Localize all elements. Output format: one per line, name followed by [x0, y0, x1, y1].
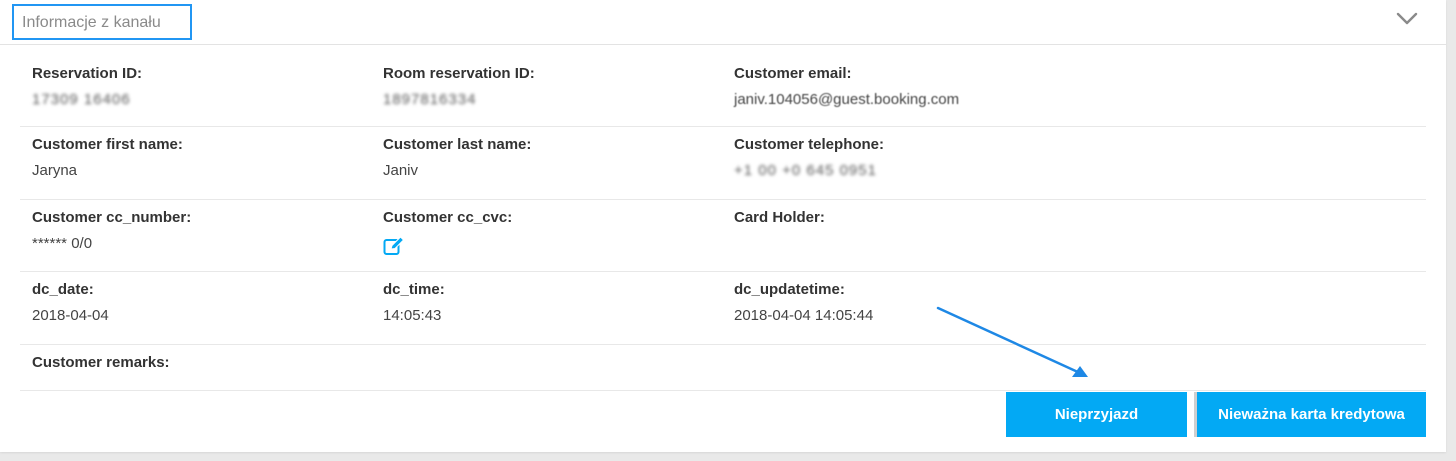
field-label: Customer cc_number:: [32, 209, 192, 226]
field-customer-first-name: Customer first name: Jaryna: [20, 127, 371, 199]
field-customer-remarks: Customer remarks:: [20, 345, 371, 390]
field-label: Customer remarks:: [32, 354, 170, 371]
field-value: 14:05:43: [383, 307, 442, 324]
field-value: Janiv: [383, 162, 419, 179]
field-label: Card Holder:: [734, 209, 825, 226]
field-room-reservation-id: Room reservation ID: 1897816334: [371, 56, 722, 126]
field-value: Jaryna: [32, 162, 78, 179]
details-row: Customer cc_number: ****** 0/0 Customer …: [20, 200, 1426, 272]
field-label: Customer last name:: [383, 136, 532, 153]
edit-icon[interactable]: [383, 236, 405, 256]
details-row: dc_date: 2018-04-04 dc_time: 14:05:43 dc…: [20, 272, 1426, 345]
field-label: Customer telephone:: [734, 136, 885, 153]
annotation-arrow-icon: [936, 306, 1088, 377]
details-row: Customer first name: Jaryna Customer las…: [20, 127, 1426, 200]
field-value-redacted: 1897816334: [383, 91, 477, 108]
panel-header[interactable]: Informacje z kanału: [0, 0, 1446, 45]
field-card-holder: Card Holder:: [722, 200, 1073, 271]
field-reservation-id: Reservation ID: 17309 16406: [20, 56, 371, 126]
chevron-down-icon[interactable]: [1396, 12, 1418, 26]
field-customer-cc-number: Customer cc_number: ****** 0/0: [20, 200, 371, 271]
channel-info-panel: Informacje z kanału Reservation ID: 1730…: [0, 0, 1446, 452]
field-value-redacted: 17309 16406: [32, 91, 131, 108]
field-value: 2018-04-04: [32, 307, 109, 324]
field-customer-telephone: Customer telephone: +1 00 +0 645 0951: [722, 127, 1073, 199]
field-label: Customer email:: [734, 65, 852, 82]
field-customer-last-name: Customer last name: Janiv: [371, 127, 722, 199]
field-label: Customer cc_cvc:: [383, 209, 513, 226]
invalid-credit-card-button[interactable]: Nieważna karta kredytowa: [1194, 392, 1426, 437]
reservation-details-grid: Reservation ID: 17309 16406 Room reserva…: [20, 56, 1426, 391]
panel-title[interactable]: Informacje z kanału: [12, 4, 192, 40]
details-row: Customer remarks:: [20, 345, 1426, 391]
field-label: dc_updatetime:: [734, 281, 845, 298]
field-value-email: janiv.104056@guest.booking.com: [734, 91, 960, 108]
field-value: ****** 0/0: [32, 235, 93, 252]
field-customer-email: Customer email: janiv.104056@guest.booki…: [722, 56, 1073, 126]
field-label: Room reservation ID:: [383, 65, 535, 82]
no-show-button[interactable]: Nieprzyjazd: [1006, 392, 1187, 437]
field-customer-cc-cvc: Customer cc_cvc:: [371, 200, 722, 271]
field-label: Customer first name:: [32, 136, 183, 153]
details-row: Reservation ID: 17309 16406 Room reserva…: [20, 56, 1426, 127]
field-dc-date: dc_date: 2018-04-04: [20, 272, 371, 344]
field-value-redacted: +1 00 +0 645 0951: [734, 162, 877, 179]
field-label: dc_time:: [383, 281, 445, 298]
field-label: dc_date:: [32, 281, 94, 298]
field-label: Reservation ID:: [32, 65, 143, 82]
field-dc-time: dc_time: 14:05:43: [371, 272, 722, 344]
